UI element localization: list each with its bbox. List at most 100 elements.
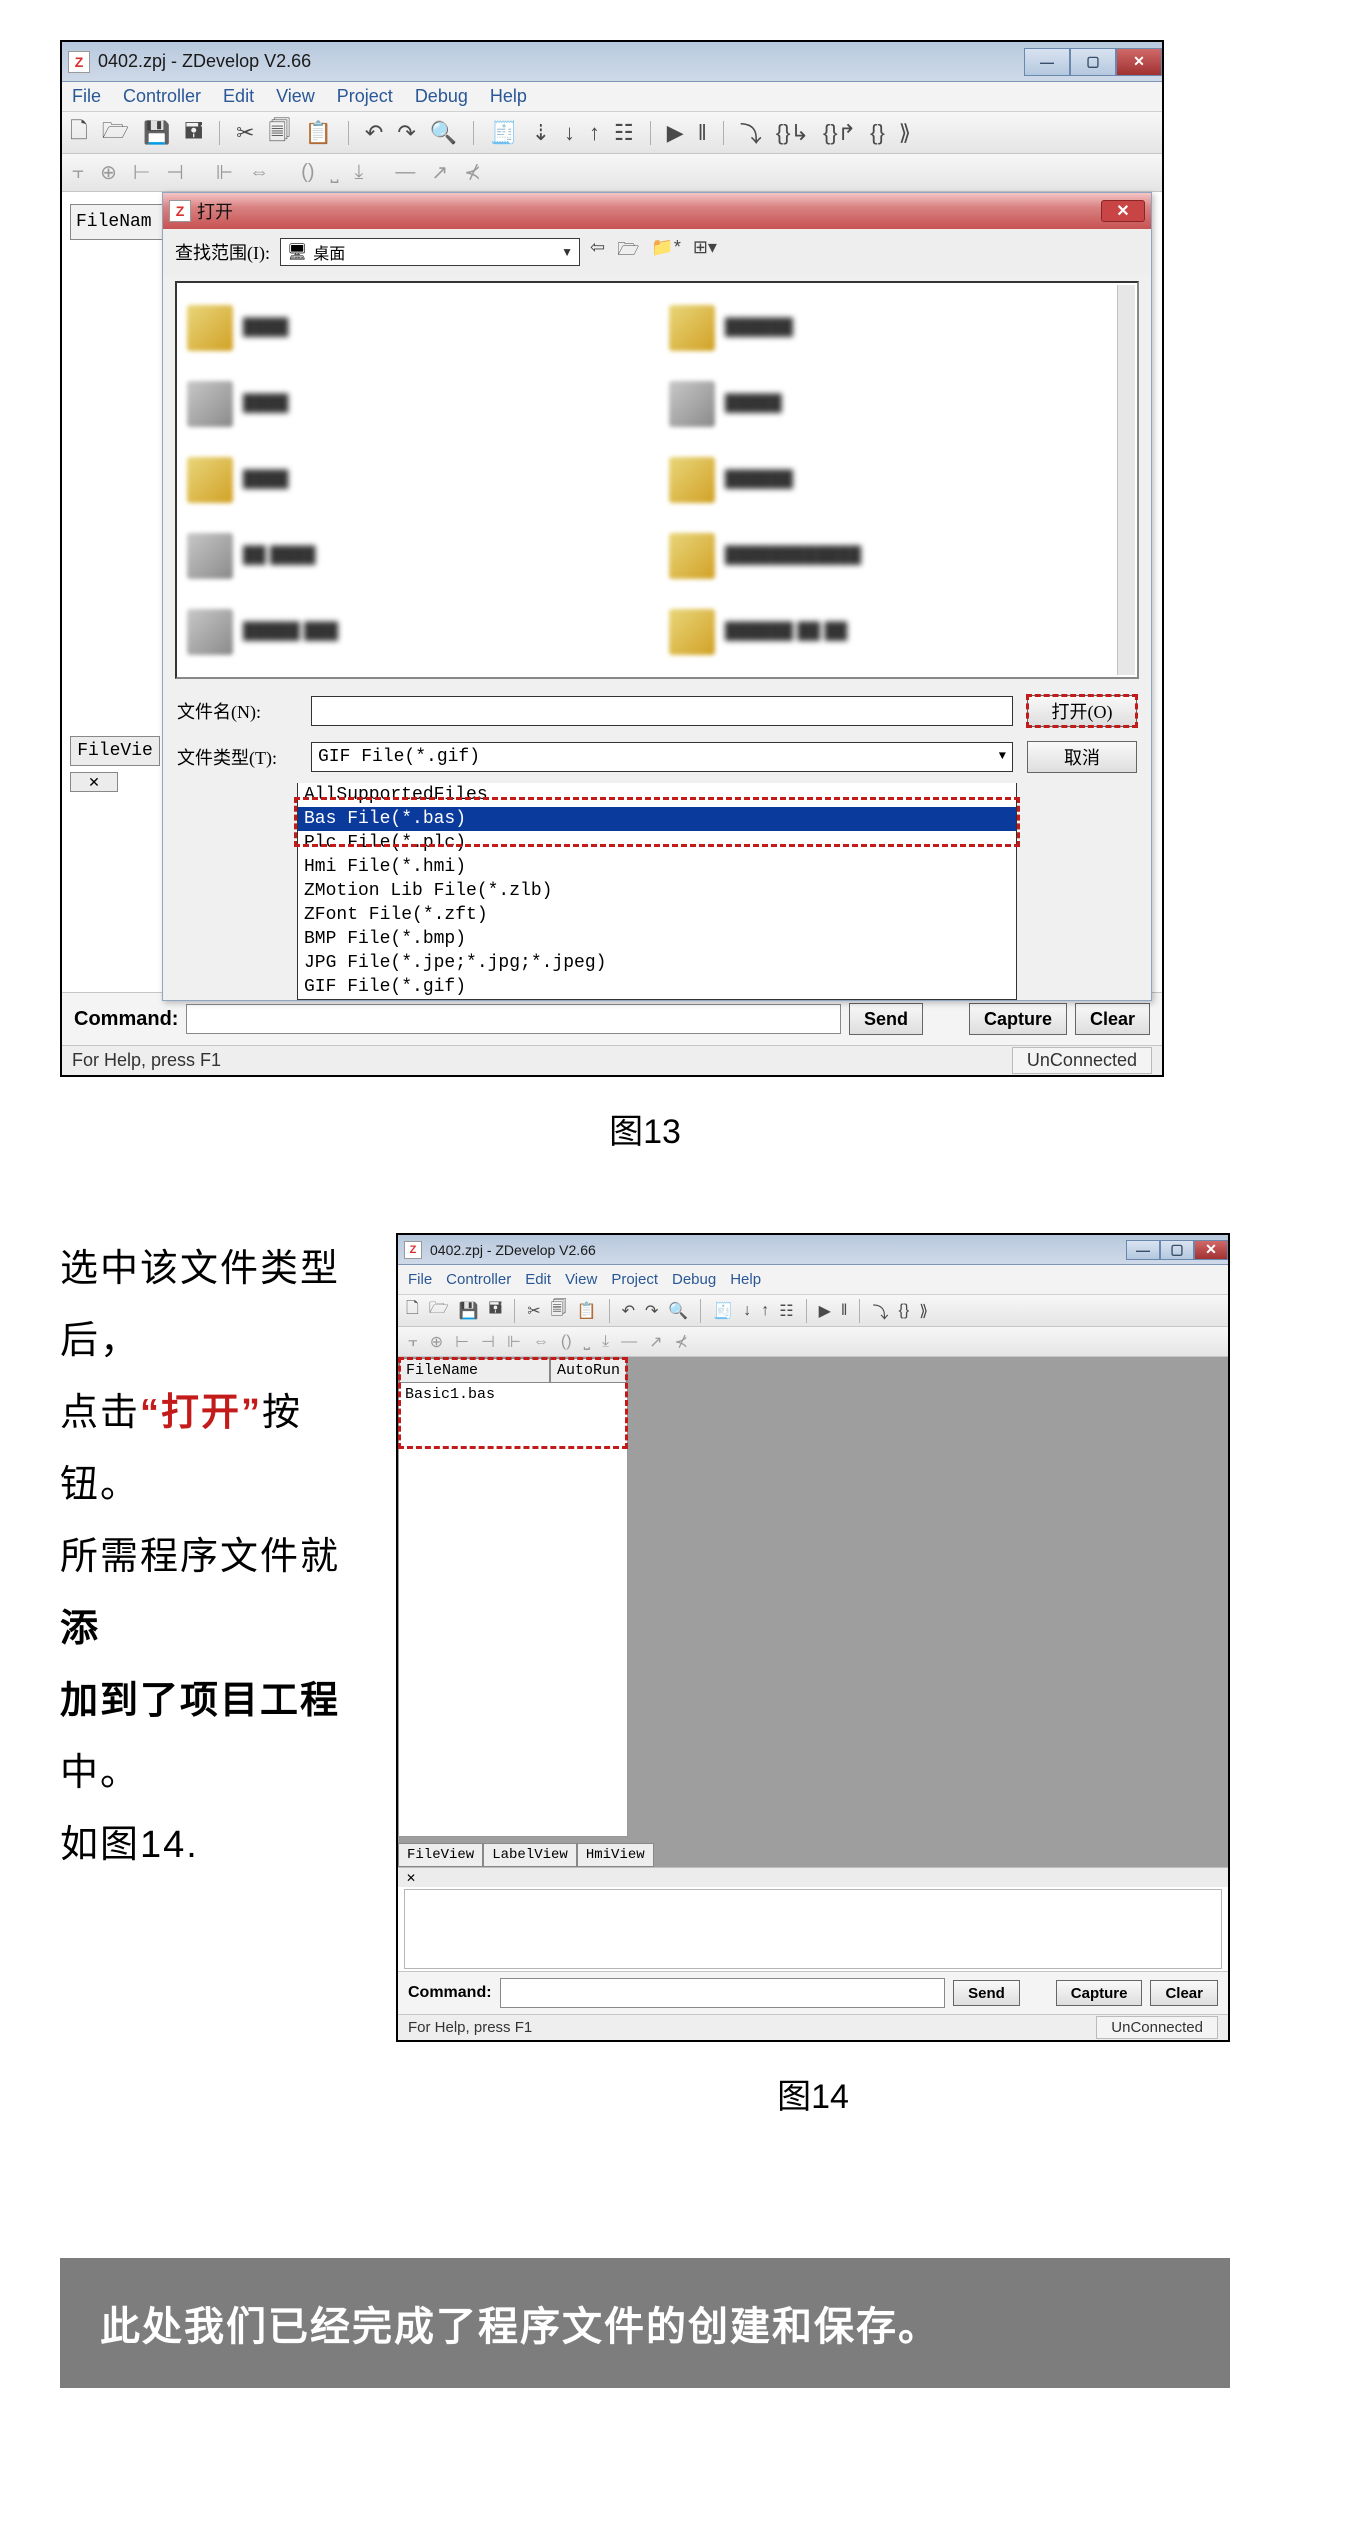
filetype-combo[interactable]: GIF File(*.gif) bbox=[311, 742, 1013, 772]
tool-stepover-icon[interactable]: ⤵ bbox=[740, 117, 762, 149]
tool-saveall-icon[interactable]: 🖬 bbox=[489, 1297, 503, 1324]
type-option[interactable]: ZMotion Lib File(*.zlb) bbox=[298, 879, 1016, 903]
menu-help[interactable]: Help bbox=[490, 86, 527, 107]
menu-debug[interactable]: Debug bbox=[672, 1271, 716, 1288]
tool-up-icon[interactable]: ↑ bbox=[589, 120, 600, 146]
send-button[interactable]: Send bbox=[953, 1980, 1020, 2006]
tool-save-icon[interactable]: 💾 bbox=[459, 1301, 479, 1321]
menu-project[interactable]: Project bbox=[337, 86, 393, 107]
tool-pause-icon[interactable]: ‖ bbox=[841, 1302, 848, 1320]
menu-controller[interactable]: Controller bbox=[123, 86, 201, 107]
open-button[interactable]: 打开(O) bbox=[1027, 695, 1137, 727]
tool-cut-icon[interactable]: ✂ bbox=[236, 120, 254, 146]
tool-new-icon[interactable]: 🗋 bbox=[70, 114, 88, 152]
send-button[interactable]: Send bbox=[849, 1003, 923, 1035]
minimize-button[interactable]: — bbox=[1126, 1240, 1160, 1260]
tool-open-icon[interactable]: 🗁 bbox=[102, 114, 129, 152]
menu-view[interactable]: View bbox=[565, 1271, 597, 1288]
maximize-button[interactable]: ▢ bbox=[1070, 48, 1116, 76]
nav-view-icon[interactable]: ⊞▾ bbox=[693, 237, 717, 267]
menu-file[interactable]: File bbox=[408, 1271, 432, 1288]
type-option[interactable]: AllSupportedFiles bbox=[298, 783, 1016, 807]
menu-edit[interactable]: Edit bbox=[223, 86, 254, 107]
tool-copy-icon[interactable]: 🗐 bbox=[269, 114, 291, 152]
command-input[interactable] bbox=[186, 1004, 840, 1034]
type-option[interactable]: Hmi File(*.hmi) bbox=[298, 855, 1016, 879]
tool-paste-icon[interactable]: 📋 bbox=[305, 120, 332, 146]
type-option[interactable]: GIF File(*.gif) bbox=[298, 975, 1016, 999]
search-in-combo[interactable]: 🖥 桌面 bbox=[280, 238, 580, 266]
hdr-filename[interactable]: FileName bbox=[399, 1358, 550, 1383]
type-option-selected[interactable]: Bas File(*.bas) bbox=[298, 807, 1016, 831]
tool-pause-icon[interactable]: ‖ bbox=[698, 120, 707, 146]
nav-back-icon[interactable]: ⇦ bbox=[590, 237, 605, 267]
tool-up-icon[interactable]: ↑ bbox=[761, 1302, 769, 1320]
tool-redo-icon[interactable]: ↷ bbox=[645, 1301, 658, 1321]
tool-new-icon[interactable]: 🗋 bbox=[406, 1297, 419, 1324]
menu-controller[interactable]: Controller bbox=[446, 1271, 511, 1288]
tab-hmiview[interactable]: HmiView bbox=[577, 1843, 654, 1867]
type-option[interactable]: JPG File(*.jpe;*.jpg;*.jpeg) bbox=[298, 951, 1016, 975]
tool-cfg-icon[interactable]: ☷ bbox=[779, 1301, 793, 1321]
tool-save-icon[interactable]: 💾 bbox=[143, 120, 170, 146]
menu-edit[interactable]: Edit bbox=[525, 1271, 551, 1288]
filename-input[interactable] bbox=[311, 696, 1013, 726]
scrollbar[interactable] bbox=[1117, 285, 1135, 675]
tool-copy-icon[interactable]: 🗐 bbox=[551, 1297, 567, 1324]
tool-down-icon[interactable]: ↓ bbox=[743, 1302, 751, 1320]
output-close-bar[interactable]: ✕ bbox=[398, 1867, 1228, 1887]
menu-debug[interactable]: Debug bbox=[415, 86, 468, 107]
file-browser[interactable]: ████ ██████ ████ █████ ████ ██████ ██ ██… bbox=[175, 281, 1139, 679]
tool-more-icon[interactable]: ⟫ bbox=[919, 1301, 928, 1321]
maximize-button[interactable]: ▢ bbox=[1160, 1240, 1194, 1260]
clear-button[interactable]: Clear bbox=[1150, 1980, 1218, 2006]
tool-build-icon[interactable]: 🧾 bbox=[490, 120, 517, 146]
close-button[interactable]: ✕ bbox=[1194, 1240, 1228, 1260]
tool-saveall-icon[interactable]: 🖬 bbox=[184, 114, 203, 152]
nav-up-icon[interactable]: 🗁 bbox=[617, 237, 639, 267]
tool-redo-icon[interactable]: ↷ bbox=[397, 120, 415, 146]
tool-download-icon[interactable]: ⇣ bbox=[532, 120, 550, 146]
type-option[interactable]: Plc File(*.plc) bbox=[298, 831, 1016, 855]
tool-find-icon[interactable]: 🔍 bbox=[668, 1301, 688, 1321]
close-button[interactable]: ✕ bbox=[1116, 48, 1162, 76]
tab-fileview[interactable]: FileView bbox=[398, 1843, 483, 1867]
fileview-tab[interactable]: FileVie bbox=[70, 736, 160, 766]
menu-file[interactable]: File bbox=[72, 86, 101, 107]
tool-find-icon[interactable]: 🔍 bbox=[430, 120, 457, 146]
tool-undo-icon[interactable]: ↶ bbox=[365, 120, 383, 146]
capture-button[interactable]: Capture bbox=[1056, 1980, 1143, 2006]
hdr-autorun[interactable]: AutoRun bbox=[550, 1358, 627, 1383]
type-option[interactable]: ZFont File(*.zft) bbox=[298, 903, 1016, 927]
command-input[interactable] bbox=[500, 1978, 946, 2008]
tool-build-icon[interactable]: 🧾 bbox=[713, 1301, 733, 1321]
tool-braces-icon[interactable]: {} bbox=[870, 120, 885, 146]
tool-stepin-icon[interactable]: {}↳ bbox=[776, 120, 809, 146]
tab-labelview[interactable]: LabelView bbox=[483, 1843, 577, 1867]
dialog-close-button[interactable]: ✕ bbox=[1101, 200, 1145, 222]
tool-open-icon[interactable]: 🗁 bbox=[429, 1297, 449, 1324]
type-option[interactable]: BMP File(*.bmp) bbox=[298, 927, 1016, 951]
menu-view[interactable]: View bbox=[276, 86, 315, 107]
tool-braces-icon[interactable]: {} bbox=[899, 1302, 910, 1320]
tool-stepout-icon[interactable]: {}↱ bbox=[823, 120, 856, 146]
tool-run-icon[interactable]: ▶ bbox=[667, 120, 684, 146]
cancel-button[interactable]: 取消 bbox=[1027, 741, 1137, 773]
clear-button[interactable]: Clear bbox=[1075, 1003, 1150, 1035]
tool-cut-icon[interactable]: ✂ bbox=[527, 1301, 540, 1321]
tool-undo-icon[interactable]: ↶ bbox=[622, 1301, 635, 1321]
tool-paste-icon[interactable]: 📋 bbox=[577, 1301, 597, 1321]
menu-project[interactable]: Project bbox=[611, 1271, 658, 1288]
filetype-dropdown[interactable]: AllSupportedFiles Bas File(*.bas) Plc Fi… bbox=[297, 783, 1017, 1000]
file-entry[interactable]: Basic1.bas bbox=[399, 1383, 627, 1406]
menu-help[interactable]: Help bbox=[730, 1271, 761, 1288]
tool-more-icon[interactable]: ⟫ bbox=[899, 120, 911, 146]
tool-run-icon[interactable]: ▶ bbox=[819, 1301, 831, 1321]
minimize-button[interactable]: — bbox=[1024, 48, 1070, 76]
nav-newfolder-icon[interactable]: 📁* bbox=[651, 237, 680, 267]
tool-connect-icon[interactable]: ↓ bbox=[564, 120, 575, 146]
capture-button[interactable]: Capture bbox=[969, 1003, 1067, 1035]
panel-close-icon[interactable]: ✕ bbox=[70, 772, 118, 792]
tool-cfg-icon[interactable]: ☷ bbox=[614, 120, 634, 146]
tool-step-icon[interactable]: ⤵ bbox=[872, 1299, 888, 1323]
